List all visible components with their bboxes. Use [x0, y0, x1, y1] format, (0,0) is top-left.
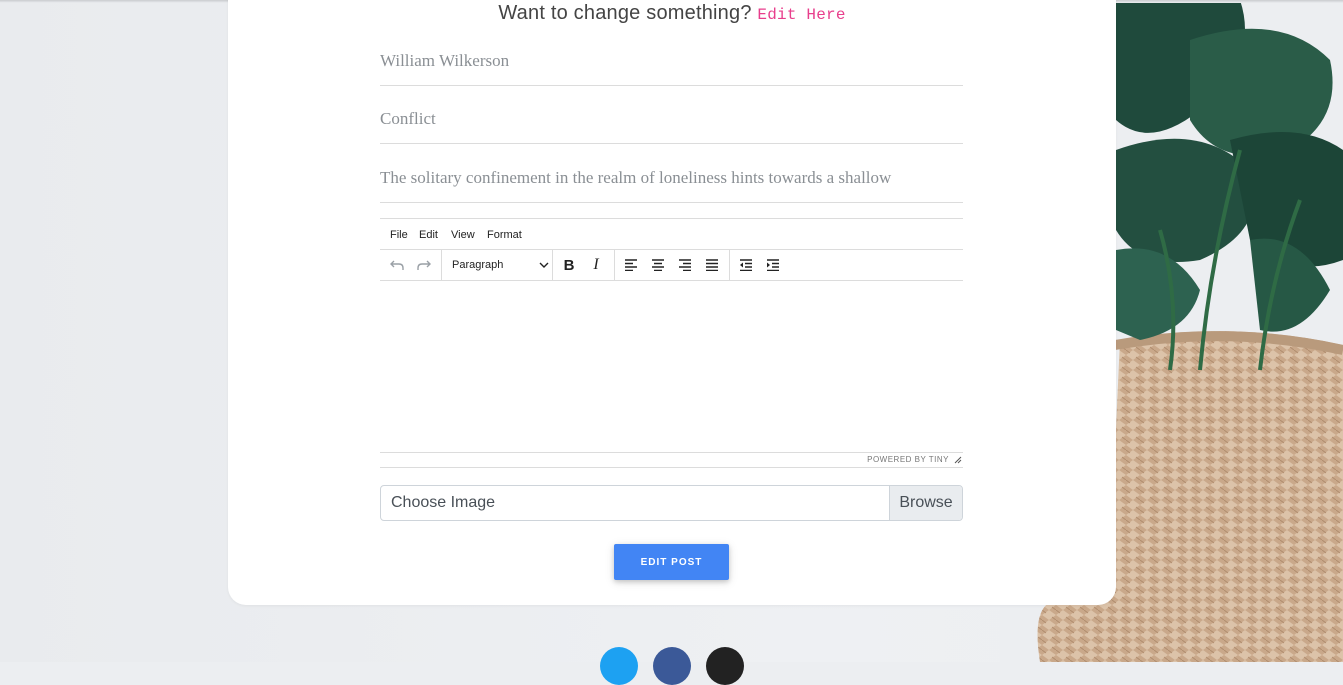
browse-button[interactable]: Browse: [889, 486, 962, 520]
description-value: The solitary confinement in the realm of…: [380, 168, 892, 187]
title-value: Conflict: [380, 109, 436, 128]
undo-icon: [390, 260, 404, 270]
edit-here-link[interactable]: Edit Here: [757, 6, 845, 24]
twitter-icon[interactable]: [600, 647, 638, 685]
facebook-icon[interactable]: [653, 647, 691, 685]
align-left-icon: [625, 259, 637, 271]
block-format-value: Paragraph: [452, 259, 504, 271]
menu-file[interactable]: File: [390, 229, 408, 241]
indent-icon: [767, 259, 779, 271]
align-left-button[interactable]: [620, 250, 642, 280]
menu-view[interactable]: View: [451, 229, 475, 241]
image-file-input[interactable]: Choose Image Browse: [380, 485, 963, 521]
align-justify-icon: [706, 259, 718, 271]
chevron-down-icon: [539, 262, 549, 268]
editor-menubar: File Edit View Format: [380, 219, 963, 250]
redo-button[interactable]: [413, 250, 435, 280]
pinterest-icon[interactable]: [706, 647, 744, 685]
toolbar-divider: [729, 250, 730, 280]
editor-statusbar: POWERED BY TINY: [380, 452, 963, 468]
rich-text-editor: File Edit View Format Paragraph B I POWE…: [380, 218, 963, 473]
resize-handle-icon[interactable]: [954, 456, 962, 464]
align-center-button[interactable]: [647, 250, 669, 280]
author-value: William Wilkerson: [380, 51, 510, 70]
align-right-icon: [679, 259, 691, 271]
editor-content-area[interactable]: [380, 281, 963, 451]
powered-by-tiny[interactable]: POWERED BY TINY: [867, 455, 949, 464]
align-center-icon: [652, 259, 664, 271]
indent-button[interactable]: [762, 250, 784, 280]
menu-format[interactable]: Format: [487, 229, 522, 241]
page-heading: Want to change something? Edit Here: [228, 2, 1116, 25]
heading-prompt: Want to change something?: [498, 2, 752, 24]
toolbar-divider: [441, 250, 442, 280]
edit-post-button[interactable]: EDIT POST: [614, 544, 729, 580]
undo-button[interactable]: [386, 250, 408, 280]
bold-icon: B: [563, 256, 575, 274]
outdent-button[interactable]: [735, 250, 757, 280]
italic-button[interactable]: I: [585, 250, 607, 280]
redo-icon: [417, 260, 431, 270]
title-field[interactable]: Conflict: [380, 103, 963, 144]
toolbar-divider: [614, 250, 615, 280]
editor-toolbar: Paragraph B I: [380, 250, 963, 281]
outdent-icon: [740, 259, 752, 271]
bold-button[interactable]: B: [558, 250, 580, 280]
menu-edit[interactable]: Edit: [419, 229, 438, 241]
description-field[interactable]: The solitary confinement in the realm of…: [380, 162, 963, 203]
toolbar-divider: [552, 250, 553, 280]
italic-icon: I: [593, 256, 599, 273]
author-field[interactable]: William Wilkerson: [380, 45, 963, 86]
block-format-select[interactable]: Paragraph: [446, 250, 550, 280]
align-right-button[interactable]: [674, 250, 696, 280]
file-input-label: Choose Image: [391, 494, 496, 511]
align-justify-button[interactable]: [701, 250, 723, 280]
